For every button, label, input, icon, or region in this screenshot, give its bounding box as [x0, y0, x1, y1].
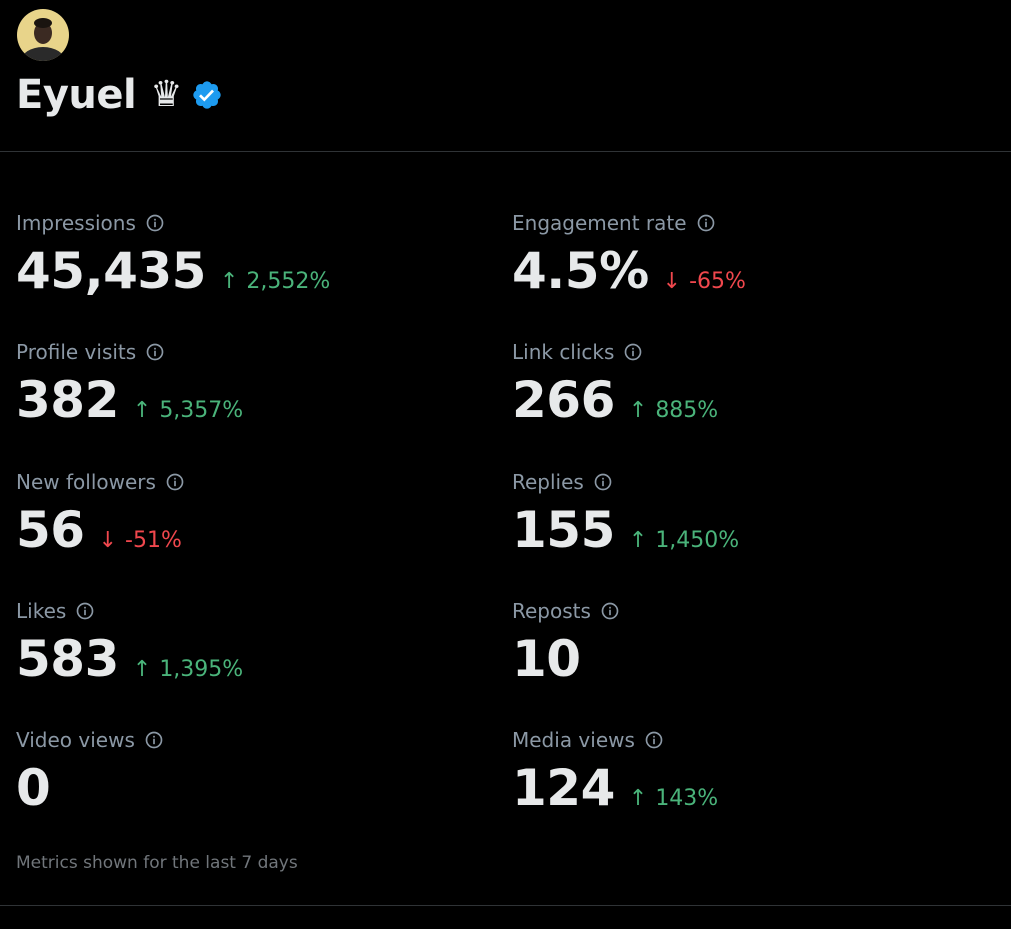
- profile-name[interactable]: Eyuel: [16, 72, 137, 118]
- avatar-image: [17, 9, 69, 61]
- metric-change: ↑ 143%: [629, 786, 718, 811]
- metric-change-value: 885%: [655, 398, 719, 423]
- verified-badge-icon[interactable]: [191, 79, 223, 111]
- metric-value: 382: [16, 371, 119, 429]
- info-icon[interactable]: [593, 472, 613, 492]
- metric-change-value: 143%: [655, 786, 719, 811]
- metric-value: 266: [512, 371, 615, 429]
- metric-value: 10: [512, 630, 581, 688]
- metric-reposts: Reposts 10: [512, 598, 982, 690]
- metric-profile-visits: Profile visits 382 ↑ 5,357%: [16, 339, 486, 431]
- profile-header: Eyuel ♛: [16, 68, 223, 122]
- metric-change: ↑ 885%: [629, 398, 718, 423]
- metric-value: 583: [16, 630, 119, 688]
- metric-link-clicks: Link clicks 266 ↑ 885%: [512, 339, 982, 431]
- info-icon[interactable]: [600, 601, 620, 621]
- metric-change-value: 1,450%: [655, 528, 740, 553]
- info-icon[interactable]: [145, 213, 165, 233]
- info-icon[interactable]: [75, 601, 95, 621]
- arrow-up-icon: ↑: [628, 398, 648, 423]
- metric-value: 56: [16, 501, 85, 559]
- metric-change: ↓ -51%: [99, 528, 182, 553]
- metric-label: Likes: [16, 599, 67, 623]
- metric-label: Replies: [512, 470, 584, 494]
- metric-value: 0: [16, 759, 51, 817]
- header-divider: [0, 151, 1011, 152]
- metric-label: Link clicks: [512, 340, 615, 364]
- metric-change-value: -51%: [125, 528, 182, 553]
- metric-change-value: 5,357%: [159, 398, 244, 423]
- info-icon[interactable]: [623, 342, 643, 362]
- info-icon[interactable]: [145, 342, 165, 362]
- metric-impressions: Impressions 45,435 ↑ 2,552%: [16, 210, 486, 302]
- footer-divider: [0, 905, 1011, 906]
- arrow-up-icon: ↑: [132, 657, 152, 682]
- metric-change: ↑ 1,450%: [629, 528, 739, 553]
- metric-value: 4.5%: [512, 242, 649, 300]
- metric-change-value: -65%: [689, 269, 746, 294]
- metric-change: ↑ 1,395%: [133, 657, 243, 682]
- metric-likes: Likes 583 ↑ 1,395%: [16, 598, 486, 690]
- crown-emoji: ♛: [150, 74, 183, 115]
- metric-value: 124: [512, 759, 615, 817]
- metric-change-value: 1,395%: [159, 657, 244, 682]
- arrow-up-icon: ↑: [628, 786, 648, 811]
- metric-label: Reposts: [512, 599, 591, 623]
- metric-label: New followers: [16, 470, 156, 494]
- metric-value: 45,435: [16, 242, 206, 300]
- metric-change-value: 2,552%: [246, 269, 331, 294]
- metric-label: Media views: [512, 728, 635, 752]
- avatar[interactable]: [15, 7, 71, 63]
- arrow-up-icon: ↑: [132, 398, 152, 423]
- metric-label: Impressions: [16, 211, 136, 235]
- info-icon[interactable]: [144, 730, 164, 750]
- info-icon[interactable]: [696, 213, 716, 233]
- metric-label: Video views: [16, 728, 135, 752]
- metric-change: ↓ -65%: [663, 269, 746, 294]
- arrow-down-icon: ↓: [662, 269, 682, 294]
- metric-label: Engagement rate: [512, 211, 687, 235]
- metric-value: 155: [512, 501, 615, 559]
- metric-media-views: Media views 124 ↑ 143%: [512, 727, 982, 819]
- metrics-period-note: Metrics shown for the last 7 days: [16, 853, 298, 873]
- metric-change: ↑ 5,357%: [133, 398, 243, 423]
- arrow-up-icon: ↑: [628, 528, 648, 553]
- metric-replies: Replies 155 ↑ 1,450%: [512, 469, 982, 561]
- metric-video-views: Video views 0: [16, 727, 486, 819]
- metric-change: ↑ 2,552%: [220, 269, 330, 294]
- info-icon[interactable]: [644, 730, 664, 750]
- metric-label: Profile visits: [16, 340, 137, 364]
- info-icon[interactable]: [165, 472, 185, 492]
- arrow-up-icon: ↑: [219, 269, 239, 294]
- metric-engagement-rate: Engagement rate 4.5% ↓ -65%: [512, 210, 982, 302]
- metric-new-followers: New followers 56 ↓ -51%: [16, 469, 486, 561]
- arrow-down-icon: ↓: [98, 528, 118, 553]
